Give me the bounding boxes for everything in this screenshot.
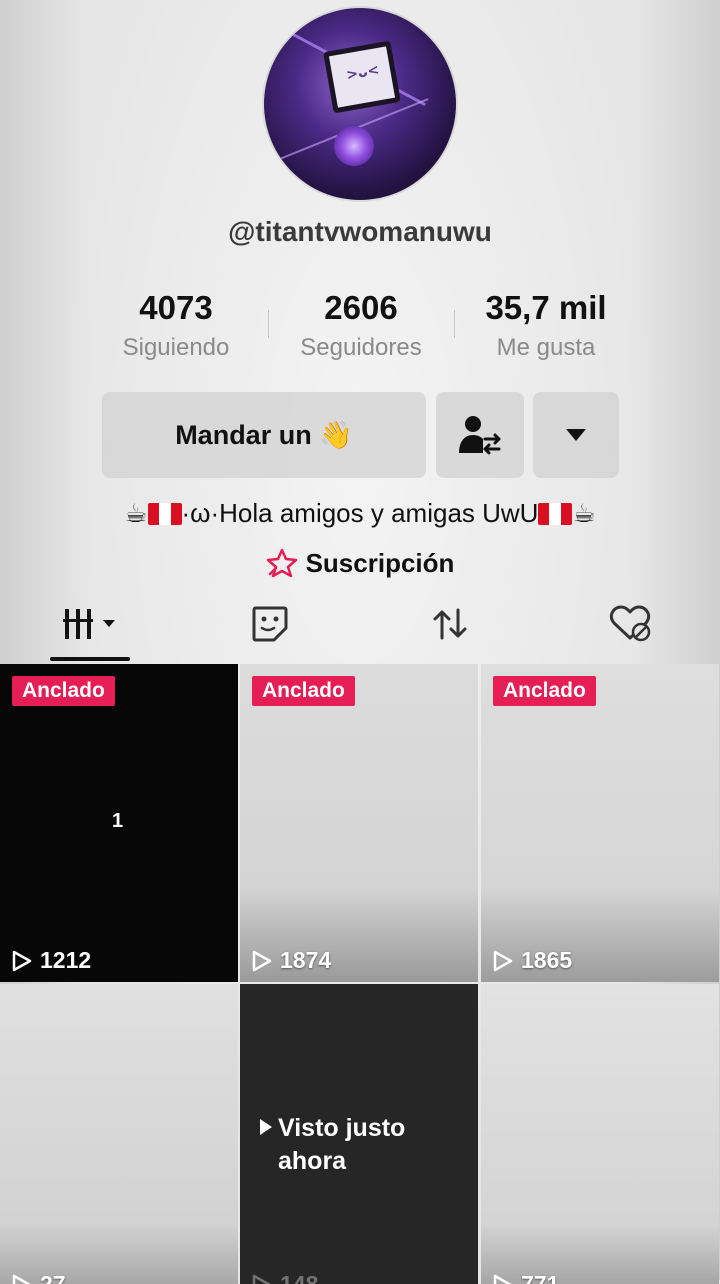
caret-down-icon	[565, 428, 587, 442]
view-count: 1874	[252, 947, 331, 974]
view-count-value: 1212	[40, 947, 91, 974]
profile-username: @titantvwomanuwu	[0, 216, 720, 248]
stat-divider	[268, 310, 269, 338]
play-icon	[493, 1274, 513, 1284]
coffee-emoji: ☕	[572, 498, 595, 528]
send-wave-button[interactable]: Mandar un 👋	[102, 392, 426, 478]
video-overlay-text: 1	[112, 810, 123, 833]
pinned-badge: Anclado	[12, 676, 115, 706]
grid-icon	[63, 607, 125, 641]
subscription-label: Suscripción	[306, 548, 455, 578]
view-count: 148	[252, 1271, 318, 1284]
play-icon	[493, 950, 513, 972]
profile-avatar[interactable]: >ᴗ<	[264, 8, 456, 200]
view-count-value: 148	[280, 1271, 318, 1284]
bio-text: ·ω·Hola amigos y amigas UwU	[182, 498, 539, 528]
stat-likes-value: 35,7 mil	[446, 288, 646, 328]
avatar-art-tv-head: >ᴗ<	[323, 41, 401, 114]
play-icon	[12, 1274, 32, 1284]
play-arrow-icon	[260, 1119, 272, 1135]
view-count-value: 27	[40, 1271, 66, 1284]
stat-likes-label: Me gusta	[446, 334, 646, 362]
play-icon	[252, 950, 272, 972]
stat-following[interactable]: 4073 Siguiendo	[76, 288, 276, 362]
tab-videos[interactable]	[34, 600, 154, 648]
profile-stats: 4073 Siguiendo 2606 Seguidores 35,7 mil …	[0, 288, 720, 368]
tab-liked[interactable]	[570, 600, 690, 648]
watched-line-2: ahora	[278, 1147, 346, 1175]
tab-stickers[interactable]	[210, 600, 330, 648]
subscription-link[interactable]: Suscripción	[0, 548, 720, 579]
peru-flag-icon	[148, 503, 182, 525]
view-count: 1865	[493, 947, 572, 974]
stat-followers-value: 2606	[261, 288, 461, 328]
view-count: 27	[12, 1271, 66, 1284]
stat-followers-label: Seguidores	[261, 334, 461, 362]
watched-line-1: Visto justo	[278, 1114, 405, 1142]
stat-divider	[454, 310, 455, 338]
repost-icon	[430, 604, 470, 644]
view-count-value: 1874	[280, 947, 331, 974]
tab-reposts[interactable]	[390, 600, 510, 648]
user-swap-button[interactable]	[436, 392, 524, 478]
video-thumbnail[interactable]: Anclado 1865	[481, 664, 719, 982]
stat-following-label: Siguiendo	[76, 334, 276, 362]
video-thumbnail[interactable]: 27	[0, 984, 238, 1284]
pinned-badge: Anclado	[252, 676, 355, 706]
play-icon	[12, 950, 32, 972]
avatar-art-orb	[334, 126, 374, 166]
stat-following-value: 4073	[76, 288, 276, 328]
profile-bio: ☕ ·ω·Hola amigos y amigas UwU ☕	[0, 498, 720, 529]
more-options-button[interactable]	[533, 392, 619, 478]
play-icon	[252, 1274, 272, 1284]
video-thumbnail[interactable]: Visto justo ahora 148	[240, 984, 478, 1284]
video-thumbnail[interactable]: Anclado 1874	[240, 664, 478, 982]
coffee-emoji: ☕	[124, 498, 147, 528]
liked-hidden-icon	[608, 604, 652, 644]
view-count-value: 1865	[521, 947, 572, 974]
stat-followers[interactable]: 2606 Seguidores	[261, 288, 461, 362]
view-count: 771	[493, 1271, 559, 1284]
user-swap-icon	[457, 413, 503, 457]
video-thumbnail[interactable]: Anclado 1 1212	[0, 664, 238, 982]
pinned-badge: Anclado	[493, 676, 596, 706]
sticker-icon	[250, 604, 290, 644]
star-badge-icon	[266, 548, 298, 578]
watched-now-label: Visto justo ahora	[260, 1112, 405, 1178]
view-count-value: 771	[521, 1271, 559, 1284]
profile-tabs	[0, 600, 720, 662]
stat-likes[interactable]: 35,7 mil Me gusta	[446, 288, 646, 362]
peru-flag-icon	[538, 503, 572, 525]
video-thumbnail[interactable]: 771	[481, 984, 719, 1284]
tab-selected-indicator	[50, 657, 130, 661]
view-count: 1212	[12, 947, 91, 974]
